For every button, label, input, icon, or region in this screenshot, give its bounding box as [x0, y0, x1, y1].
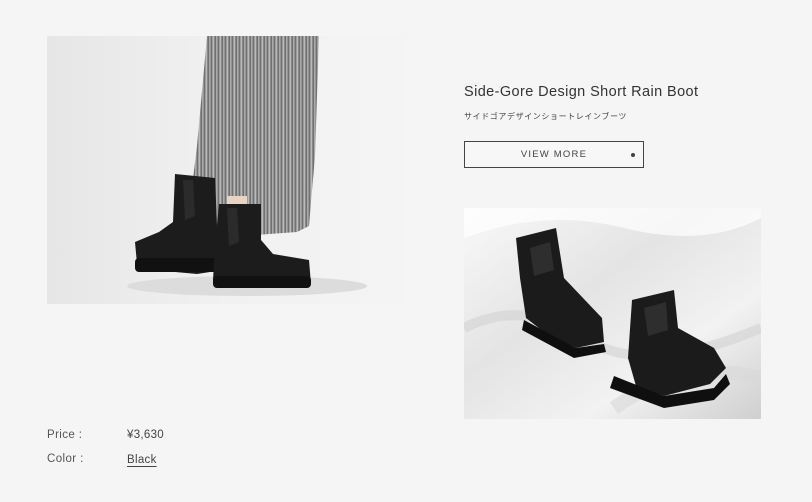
- color-label: Color :: [47, 453, 84, 465]
- view-more-label: VIEW MORE: [520, 149, 588, 160]
- product-page: Side-Gore Design Short Rain Boot サイドゴアデザ…: [0, 0, 812, 502]
- price-value: ¥3,630: [127, 429, 164, 441]
- model-wearing-boots-photo: [47, 36, 404, 304]
- product-title: Side-Gore Design Short Rain Boot: [464, 84, 699, 100]
- view-more-button[interactable]: VIEW MORE: [464, 141, 644, 168]
- color-option-link[interactable]: Black: [127, 454, 157, 466]
- boots-product-photo: [464, 208, 761, 419]
- price-label: Price :: [47, 429, 83, 441]
- product-subtitle-japanese: サイドゴアデザインショートレインブーツ: [464, 112, 627, 121]
- bullet-dot-icon: [631, 153, 635, 157]
